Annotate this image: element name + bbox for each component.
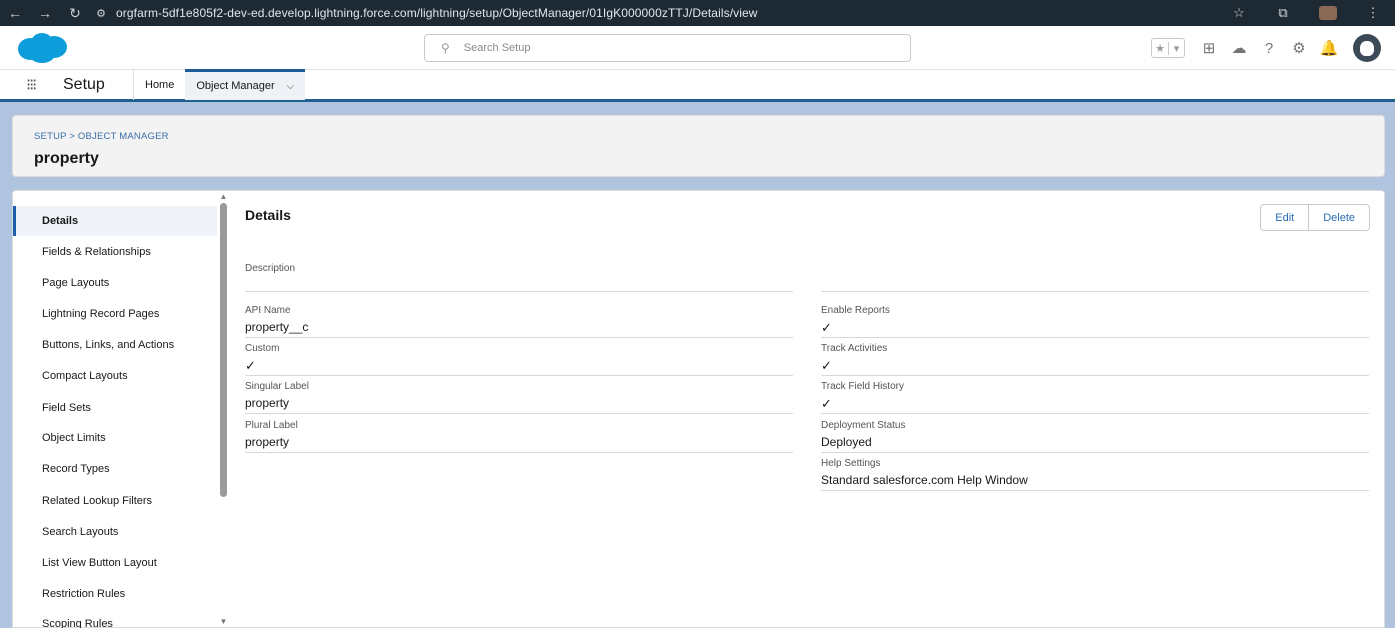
app-name: Setup — [63, 75, 105, 93]
navigation-bar: ⁝⁝⁝ Setup Home Object Manager ⌵ — [0, 69, 1395, 102]
sidebar-item-buttons-links-actions[interactable]: Buttons, Links, and Actions — [13, 330, 217, 360]
header-utilities: ★ ▾ ⊞ ☁ ? ⚙ 🔔 — [1151, 34, 1381, 62]
global-actions-icon[interactable]: ⊞ — [1197, 39, 1221, 57]
singular-label-value: property — [245, 396, 290, 410]
address-bar[interactable]: orgfarm-5df1e805f2-dev-ed.develop.lightn… — [116, 6, 758, 20]
plural-label-value: property — [245, 435, 290, 449]
bookmark-star-icon[interactable]: ☆ — [1217, 5, 1261, 21]
trailhead-icon[interactable]: ☁ — [1227, 39, 1251, 57]
scroll-down-icon[interactable]: ▼ — [218, 617, 229, 626]
sidebar-item-object-limits[interactable]: Object Limits — [13, 423, 217, 453]
back-icon[interactable]: ← — [0, 5, 30, 21]
scroll-up-icon[interactable]: ▲ — [218, 192, 229, 201]
edit-button[interactable]: Edit — [1261, 205, 1309, 230]
track-activities-label: Track Activities — [821, 343, 888, 354]
sidebar-item-fields-relationships[interactable]: Fields & Relationships — [13, 237, 217, 267]
notifications-bell-icon[interactable]: 🔔 — [1317, 39, 1341, 57]
global-header: ⚲ Search Setup ★ ▾ ⊞ ☁ ? ⚙ 🔔 — [0, 26, 1395, 70]
description-field: Description — [245, 263, 793, 292]
favorites-star-icon[interactable]: ★ — [1152, 42, 1168, 55]
custom-field: Custom ✓ — [245, 342, 793, 376]
help-icon[interactable]: ? — [1257, 40, 1281, 57]
object-sidebar: Details Fields & Relationships Page Layo… — [13, 191, 231, 628]
details-actions: Edit Delete — [1260, 204, 1370, 231]
sidebar-item-search-layouts[interactable]: Search Layouts — [13, 517, 217, 547]
checkmark-icon: ✓ — [821, 320, 832, 335]
sidebar-item-details[interactable]: Details — [13, 206, 217, 236]
deployment-status-value: Deployed — [821, 435, 872, 449]
sidebar-item-scoping-rules[interactable]: Scoping Rules — [13, 609, 217, 628]
setup-gear-icon[interactable]: ⚙ — [1287, 39, 1311, 57]
sidebar-item-lightning-record-pages[interactable]: Lightning Record Pages — [13, 299, 217, 329]
api-name-field: API Name property__c — [245, 304, 793, 338]
help-settings-label: Help Settings — [821, 458, 881, 469]
sidebar-item-restriction-rules[interactable]: Restriction Rules — [13, 579, 217, 609]
site-info-icon[interactable]: ⚙ — [90, 7, 112, 20]
plural-label-label: Plural Label — [245, 420, 298, 431]
enable-reports-label: Enable Reports — [821, 305, 890, 316]
description-label: Description — [245, 263, 296, 274]
object-detail-panel: Details Fields & Relationships Page Layo… — [12, 190, 1385, 628]
browser-actions: ☆ ⧉ ⋮ — [1217, 0, 1395, 26]
enable-reports-field: Enable Reports ✓ — [821, 304, 1369, 338]
page-title: property — [34, 150, 99, 167]
details-heading: Details — [245, 207, 291, 223]
custom-label: Custom — [245, 343, 280, 354]
favorites-dropdown-icon[interactable]: ▾ — [1168, 41, 1184, 55]
api-name-label: API Name — [245, 305, 291, 316]
app-launcher-icon[interactable]: ⁝⁝⁝ — [26, 75, 52, 95]
tab-home[interactable]: Home — [134, 69, 185, 100]
browser-toolbar: ← → ↻ ⚙ orgfarm-5df1e805f2-dev-ed.develo… — [0, 0, 1395, 26]
track-field-history-field: Track Field History ✓ — [821, 380, 1369, 414]
user-avatar[interactable] — [1353, 34, 1381, 62]
tab-home-label: Home — [145, 78, 175, 91]
checkmark-icon: ✓ — [821, 396, 832, 411]
sidebar-scroll-thumb[interactable] — [220, 203, 227, 497]
forward-icon[interactable]: → — [30, 5, 60, 21]
track-activities-field: Track Activities ✓ — [821, 342, 1369, 376]
search-placeholder: Search Setup — [463, 42, 531, 54]
search-icon: ⚲ — [441, 41, 450, 55]
profile-avatar[interactable] — [1319, 6, 1337, 20]
salesforce-logo[interactable] — [15, 32, 69, 64]
page-header: SETUP > OBJECT MANAGER property — [12, 115, 1385, 177]
checkmark-icon: ✓ — [245, 358, 256, 373]
favorites-button[interactable]: ★ ▾ — [1151, 38, 1185, 58]
singular-label-field: Singular Label property — [245, 380, 793, 414]
extensions-icon[interactable]: ⧉ — [1261, 5, 1305, 21]
browser-menu-icon[interactable]: ⋮ — [1351, 5, 1395, 21]
sidebar-item-compact-layouts[interactable]: Compact Layouts — [13, 361, 217, 391]
sidebar-item-related-lookup-filters[interactable]: Related Lookup Filters — [13, 486, 217, 516]
details-content: Details Edit Delete Description API Name… — [245, 191, 1385, 628]
tab-object-manager-label: Object Manager — [196, 80, 275, 92]
sidebar-item-field-sets[interactable]: Field Sets — [13, 393, 217, 423]
plural-label-field: Plural Label property — [245, 419, 793, 453]
divider — [821, 291, 1369, 292]
singular-label-label: Singular Label — [245, 381, 309, 392]
help-settings-value: Standard salesforce.com Help Window — [821, 473, 1028, 487]
deployment-status-label: Deployment Status — [821, 420, 906, 431]
sidebar-item-page-layouts[interactable]: Page Layouts — [13, 268, 217, 298]
reload-icon[interactable]: ↻ — [60, 5, 90, 22]
tab-object-manager[interactable]: Object Manager ⌵ — [185, 69, 306, 100]
checkmark-icon: ✓ — [821, 358, 832, 373]
breadcrumb[interactable]: SETUP > OBJECT MANAGER — [34, 131, 1384, 142]
sidebar-item-record-types[interactable]: Record Types — [13, 454, 217, 484]
search-setup-input[interactable]: ⚲ Search Setup — [424, 34, 911, 62]
sidebar-item-list-view-button-layout[interactable]: List View Button Layout — [13, 548, 217, 578]
track-field-history-label: Track Field History — [821, 381, 904, 392]
chevron-down-icon[interactable]: ⌵ — [287, 81, 295, 92]
api-name-value: property__c — [245, 320, 309, 334]
help-settings-field: Help Settings Standard salesforce.com He… — [821, 457, 1369, 491]
deployment-status-field: Deployment Status Deployed — [821, 419, 1369, 453]
delete-button[interactable]: Delete — [1308, 205, 1369, 230]
